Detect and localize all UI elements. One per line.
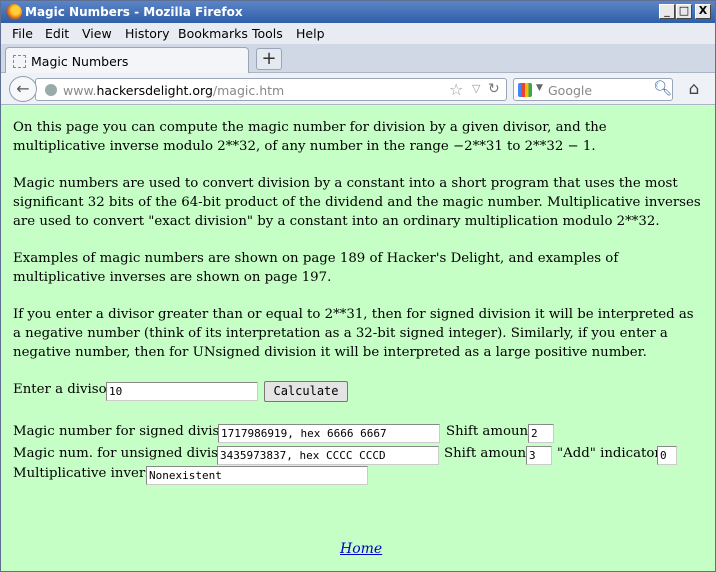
home-link[interactable]: Home xyxy=(340,541,382,557)
url-host: hackersdelight.org xyxy=(96,83,213,98)
menu-history[interactable]: History xyxy=(125,26,169,41)
calculate-button[interactable]: Calculate xyxy=(264,381,348,402)
history-dropdown-icon[interactable]: ▽ xyxy=(472,82,480,95)
unsigned-shift-field[interactable]: 3 xyxy=(526,446,552,465)
menu-help[interactable]: Help xyxy=(296,26,325,41)
google-icon[interactable] xyxy=(518,83,532,97)
bookmark-star-icon[interactable]: ☆ xyxy=(449,80,463,99)
unsigned-label: Magic num. for unsigned division: xyxy=(13,446,244,461)
url-path: /magic.htm xyxy=(212,83,285,98)
menu-bookmarks[interactable]: Bookmarks xyxy=(178,26,248,41)
url-bar[interactable]: www.hackersdelight.org/magic.htm ☆ ▽ ↻ xyxy=(35,78,507,101)
title-bar: Magic Numbers - Mozilla Firefox _ □ X xyxy=(1,1,715,23)
divisor-note-paragraph: If you enter a divisor greater than or e… xyxy=(13,307,694,360)
unsigned-shift-label: Shift amount: xyxy=(444,446,536,461)
add-indicator-label: "Add" indicator: xyxy=(557,446,666,461)
back-button[interactable]: ← xyxy=(9,76,37,102)
browser-window: Magic Numbers - Mozilla Firefox _ □ X Fi… xyxy=(0,0,716,572)
window-title: Magic Numbers - Mozilla Firefox xyxy=(25,5,243,19)
tab-label: Magic Numbers xyxy=(31,54,129,69)
signed-label: Magic number for signed division: xyxy=(13,424,245,439)
add-indicator-field[interactable]: 0 xyxy=(657,446,677,465)
divisor-label: Enter a divisor: xyxy=(13,382,118,397)
examples-paragraph: Examples of magic numbers are shown on p… xyxy=(13,251,619,285)
inverse-field[interactable]: Nonexistent xyxy=(146,466,368,485)
close-button[interactable]: X xyxy=(695,4,711,19)
reload-icon[interactable]: ↻ xyxy=(488,81,500,97)
menu-tools[interactable]: Tools xyxy=(252,26,283,41)
firefox-icon xyxy=(6,4,22,20)
signed-shift-field[interactable]: 2 xyxy=(528,424,554,443)
page-favicon-icon xyxy=(13,55,26,68)
home-icon: ⌂ xyxy=(688,79,700,99)
menu-file[interactable]: File xyxy=(12,26,33,41)
page-content: On this page you can compute the magic n… xyxy=(1,106,715,571)
tab-magic-numbers[interactable]: Magic Numbers xyxy=(5,47,249,74)
menu-view[interactable]: View xyxy=(82,26,112,41)
new-tab-button[interactable]: + xyxy=(256,48,282,70)
maximize-button[interactable]: □ xyxy=(676,4,692,19)
signed-shift-label: Shift amount: xyxy=(446,424,538,439)
intro-paragraph: On this page you can compute the magic n… xyxy=(13,120,607,154)
minimize-button[interactable]: _ xyxy=(659,4,675,19)
magic-numbers-paragraph: Magic numbers are used to convert divisi… xyxy=(13,176,701,229)
search-placeholder: Google xyxy=(548,83,593,98)
search-icon[interactable]: 🔍︎ xyxy=(653,79,672,97)
unsigned-magic-field[interactable]: 3435973837, hex CCCC CCCD xyxy=(217,446,439,465)
signed-magic-field[interactable]: 1717986919, hex 6666 6667 xyxy=(218,424,440,443)
inverse-label: Multiplicative inverse: xyxy=(13,466,165,481)
search-bar[interactable]: ▼ Google 🔍︎ xyxy=(513,78,673,101)
url-prefix: www. xyxy=(63,83,97,98)
navigation-toolbar: www.hackersdelight.org/magic.htm ☆ ▽ ↻ ←… xyxy=(1,73,715,105)
menu-edit[interactable]: Edit xyxy=(45,26,69,41)
divisor-input[interactable]: 10 xyxy=(106,382,258,401)
search-engine-dropdown-icon[interactable]: ▼ xyxy=(536,83,543,93)
url-text: www.hackersdelight.org/magic.htm xyxy=(63,83,284,98)
globe-icon xyxy=(45,84,57,96)
home-button[interactable]: ⌂ xyxy=(683,79,705,99)
back-arrow-icon: ← xyxy=(16,79,30,98)
tab-strip: Magic Numbers + xyxy=(1,44,715,74)
menu-bar: File Edit View History Bookmarks Tools H… xyxy=(1,23,715,44)
